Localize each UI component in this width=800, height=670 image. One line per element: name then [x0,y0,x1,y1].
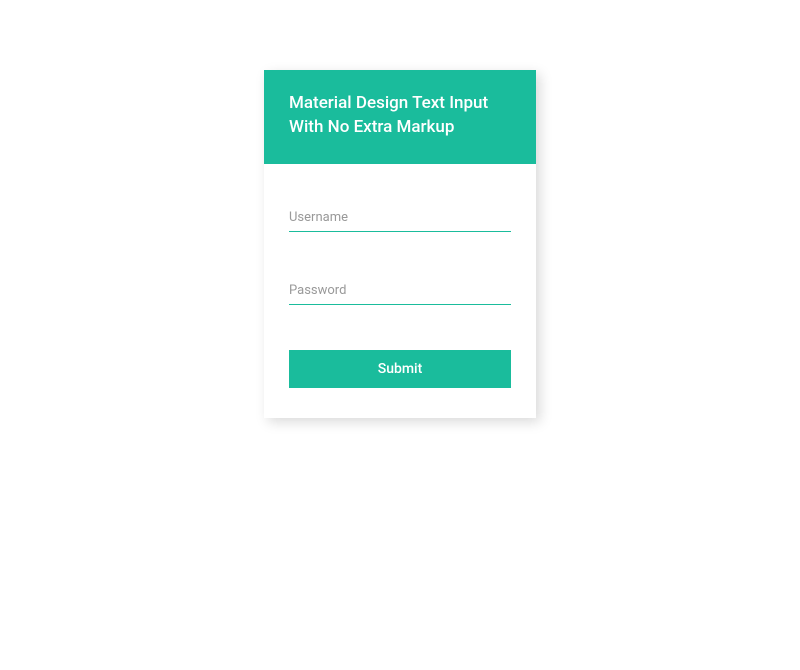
password-input[interactable] [289,277,511,305]
card-header: Material Design Text Input With No Extra… [264,70,536,164]
login-card: Material Design Text Input With No Extra… [264,70,536,418]
card-title: Material Design Text Input With No Extra… [289,92,511,140]
card-body: Username Password Submit [264,164,536,418]
username-group: Username [289,204,511,232]
submit-button[interactable]: Submit [289,350,511,388]
username-input[interactable] [289,204,511,232]
password-group: Password [289,277,511,305]
